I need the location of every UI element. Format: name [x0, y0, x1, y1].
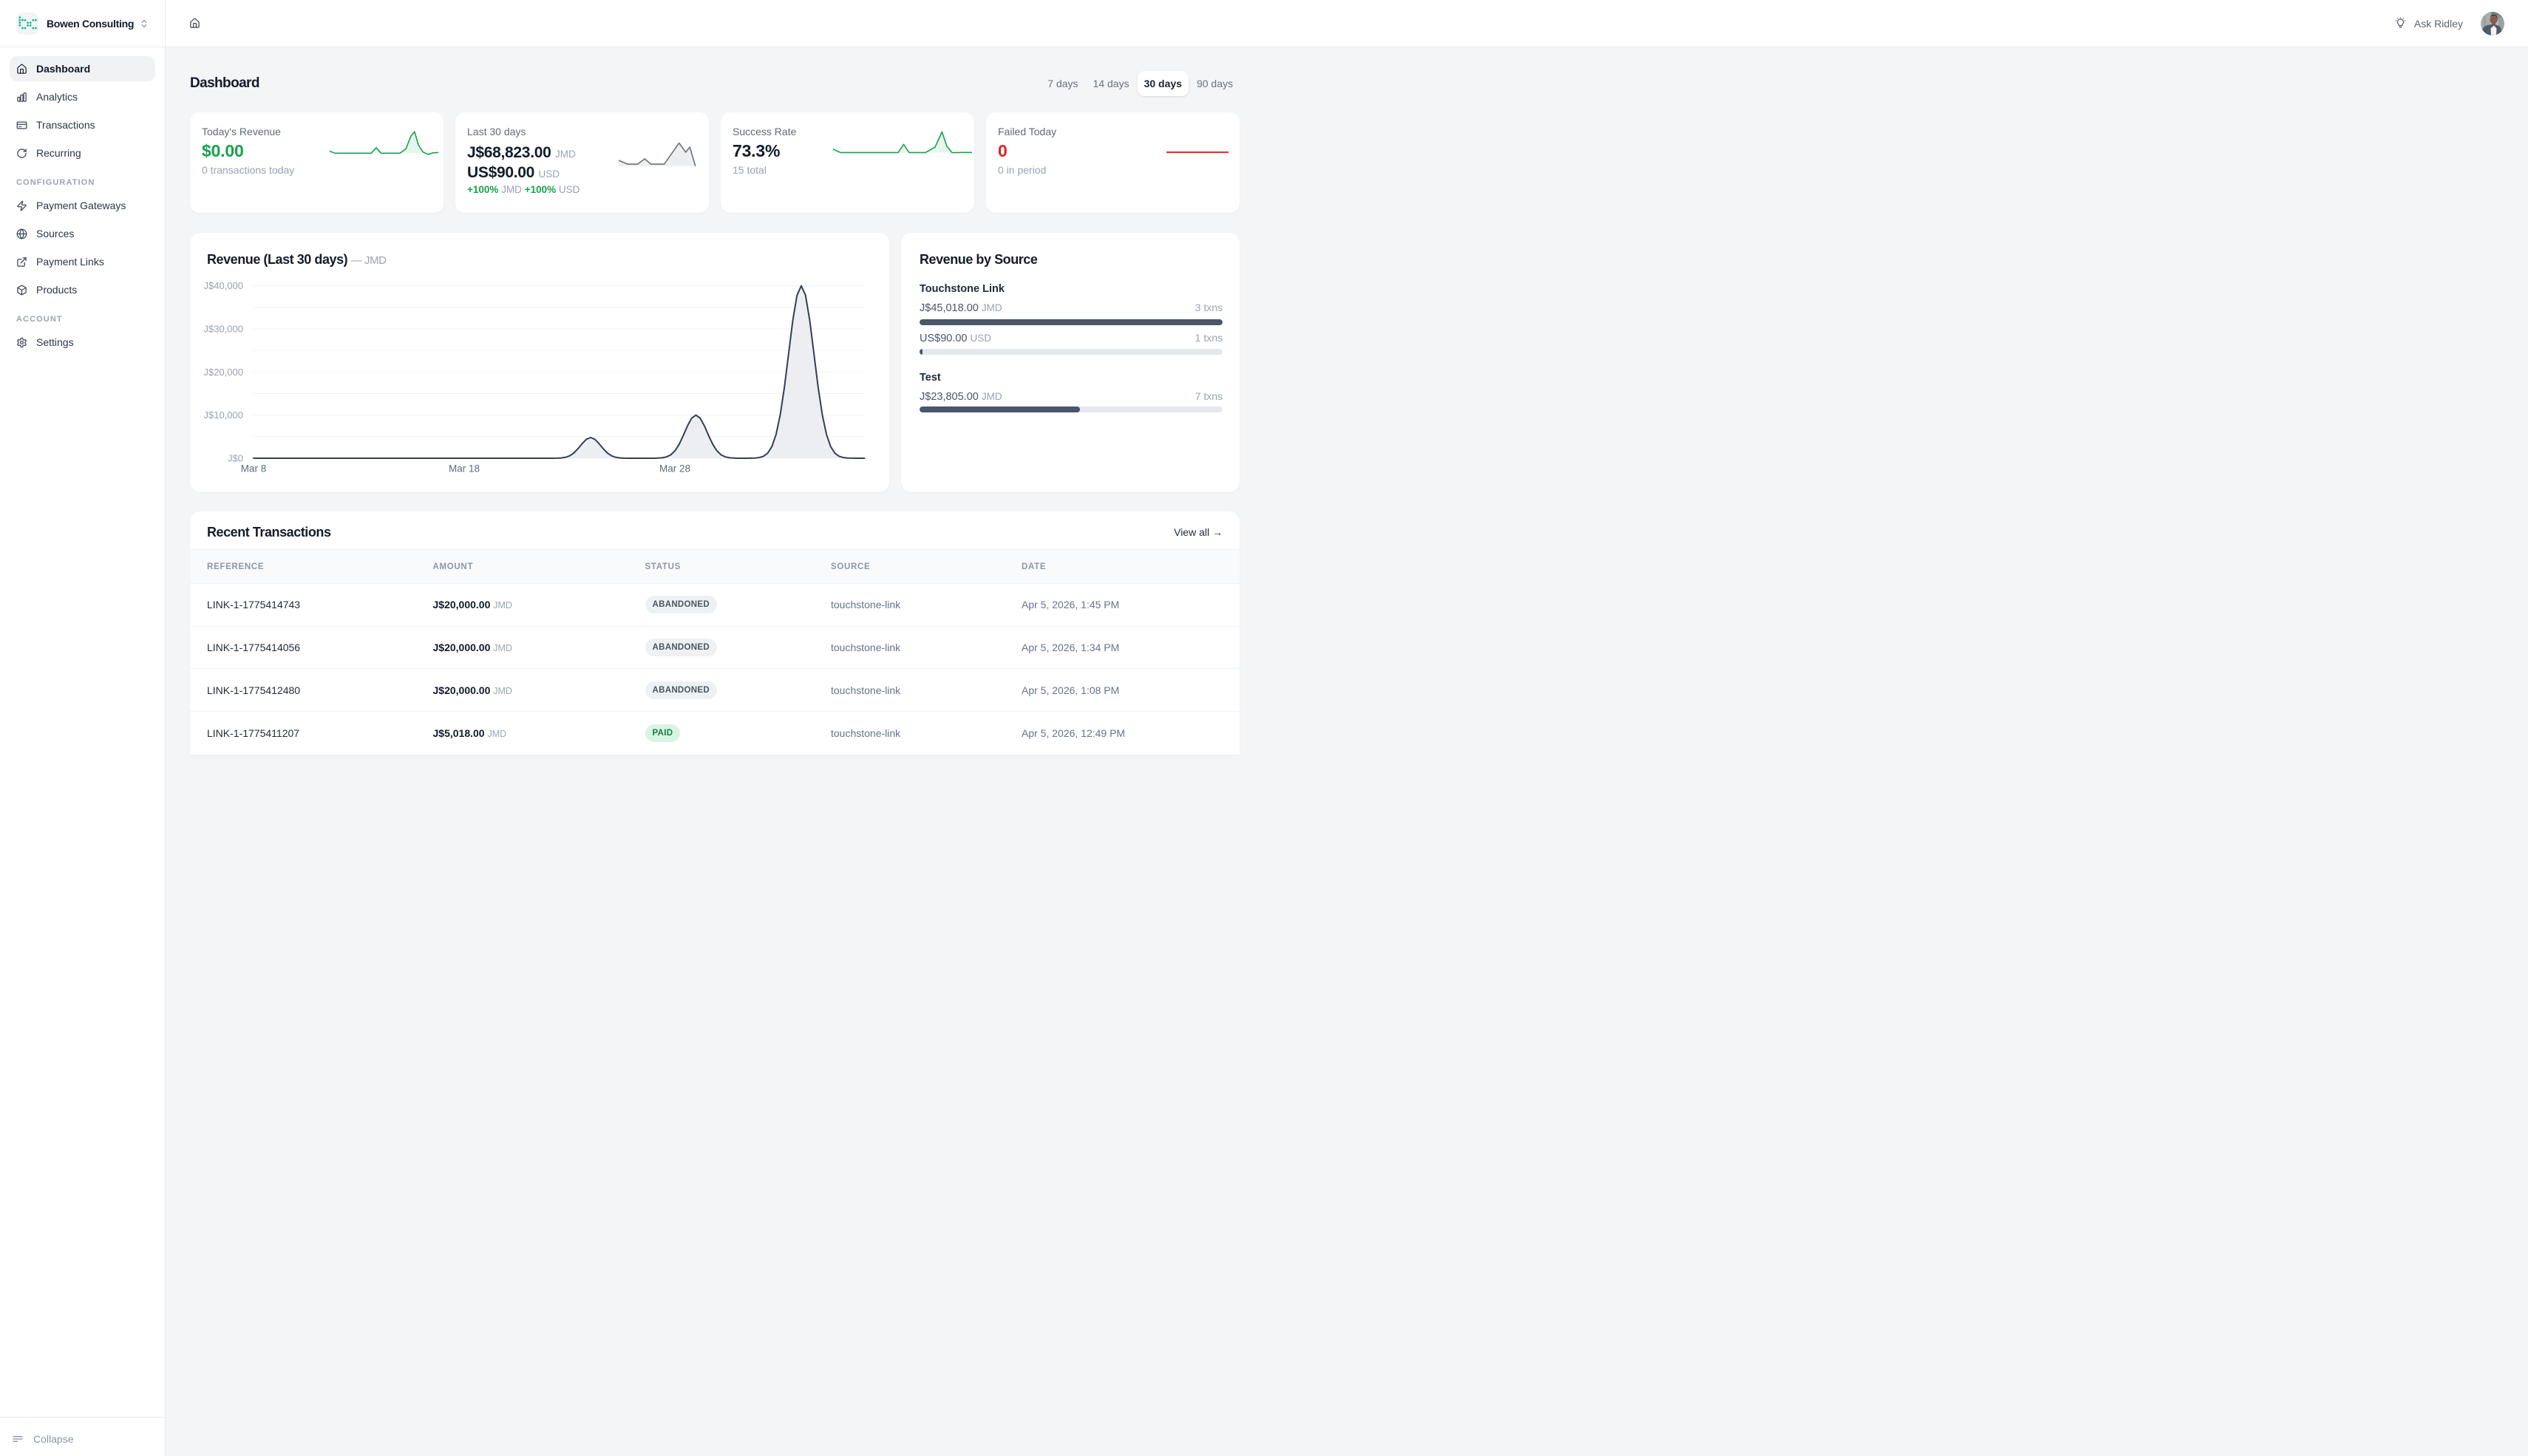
svg-text:J$30,000: J$30,000 [204, 324, 244, 335]
svg-text:Mar 18: Mar 18 [449, 463, 480, 474]
svg-text:Mar 28: Mar 28 [659, 463, 690, 474]
svg-text:J$10,000: J$10,000 [204, 409, 244, 421]
svg-text:J$20,000: J$20,000 [204, 367, 244, 378]
svg-text:Mar 8: Mar 8 [241, 463, 267, 474]
svg-text:J$0: J$0 [228, 453, 243, 464]
svg-text:J$40,000: J$40,000 [204, 280, 244, 291]
